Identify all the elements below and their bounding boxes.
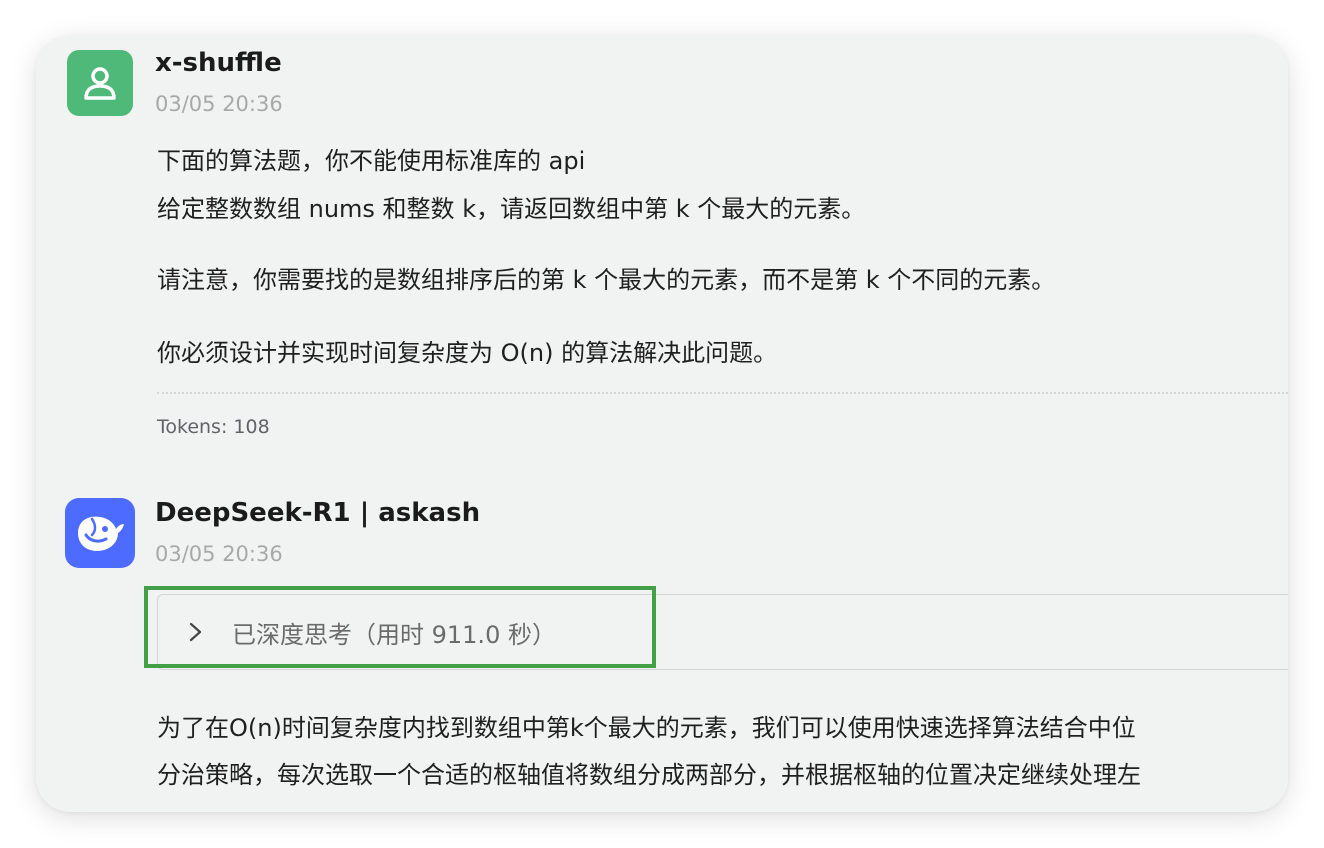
token-count: Tokens: 108 [157,416,270,438]
message-divider [157,392,1288,394]
assistant-message-line: 为了在O(n)时间复杂度内找到数组中第k个最大的元素，我们可以使用快速选择算法结… [157,714,1136,742]
assistant-name: DeepSeek-R1 | askash [155,498,481,528]
user-message-line: 请注意，你需要找的是数组排序后的第 k 个最大的元素，而不是第 k 个不同的元素… [157,266,1056,294]
thinking-toggle[interactable]: 已深度思考（用时 911.0 秒） [157,594,1288,670]
user-avatar [67,50,133,116]
chat-panel: x-shuffle 03/05 20:36 下面的算法题，你不能使用标准库的 a… [36,36,1288,812]
user-message-line: 给定整数数组 nums 和整数 k，请返回数组中第 k 个最大的元素。 [157,195,866,223]
person-icon [84,67,116,100]
assistant-avatar [65,498,135,568]
user-message-time: 03/05 20:36 [155,92,283,116]
chevron-right-icon [189,622,202,642]
assistant-message-line: 分治策略，每次选取一个合适的枢轴值将数组分成两部分，并根据枢轴的位置决定继续处理… [157,761,1141,789]
user-message-line: 你必须设计并实现时间复杂度为 O(n) 的算法解决此问题。 [157,339,778,367]
assistant-message-time: 03/05 20:36 [155,542,283,566]
thinking-label: 已深度思考（用时 911.0 秒） [232,621,556,649]
user-name: x-shuffle [155,48,282,78]
deepseek-whale-icon [78,516,124,551]
user-message-line: 下面的算法题，你不能使用标准库的 api [157,147,586,175]
